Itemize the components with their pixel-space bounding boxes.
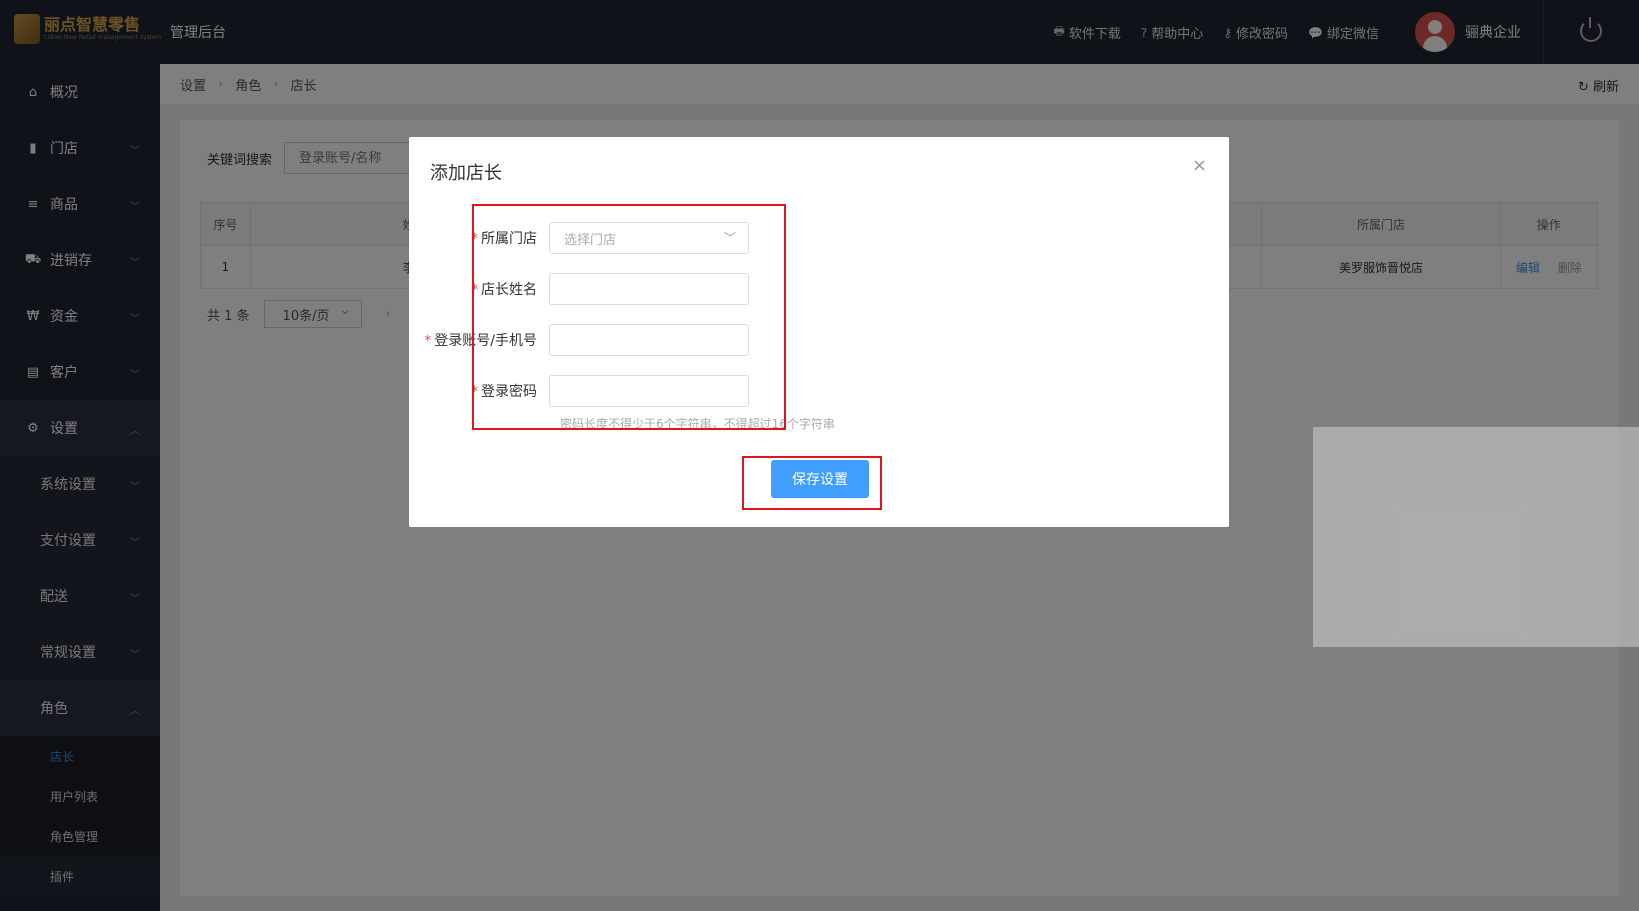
close-icon[interactable]: × <box>1192 155 1207 176</box>
required-mark: * <box>424 333 432 349</box>
dialog-title: 添加店长 <box>430 163 502 184</box>
annotation-box-save <box>742 456 882 510</box>
ghost-panel <box>1313 427 1639 647</box>
annotation-box-form <box>472 204 786 430</box>
